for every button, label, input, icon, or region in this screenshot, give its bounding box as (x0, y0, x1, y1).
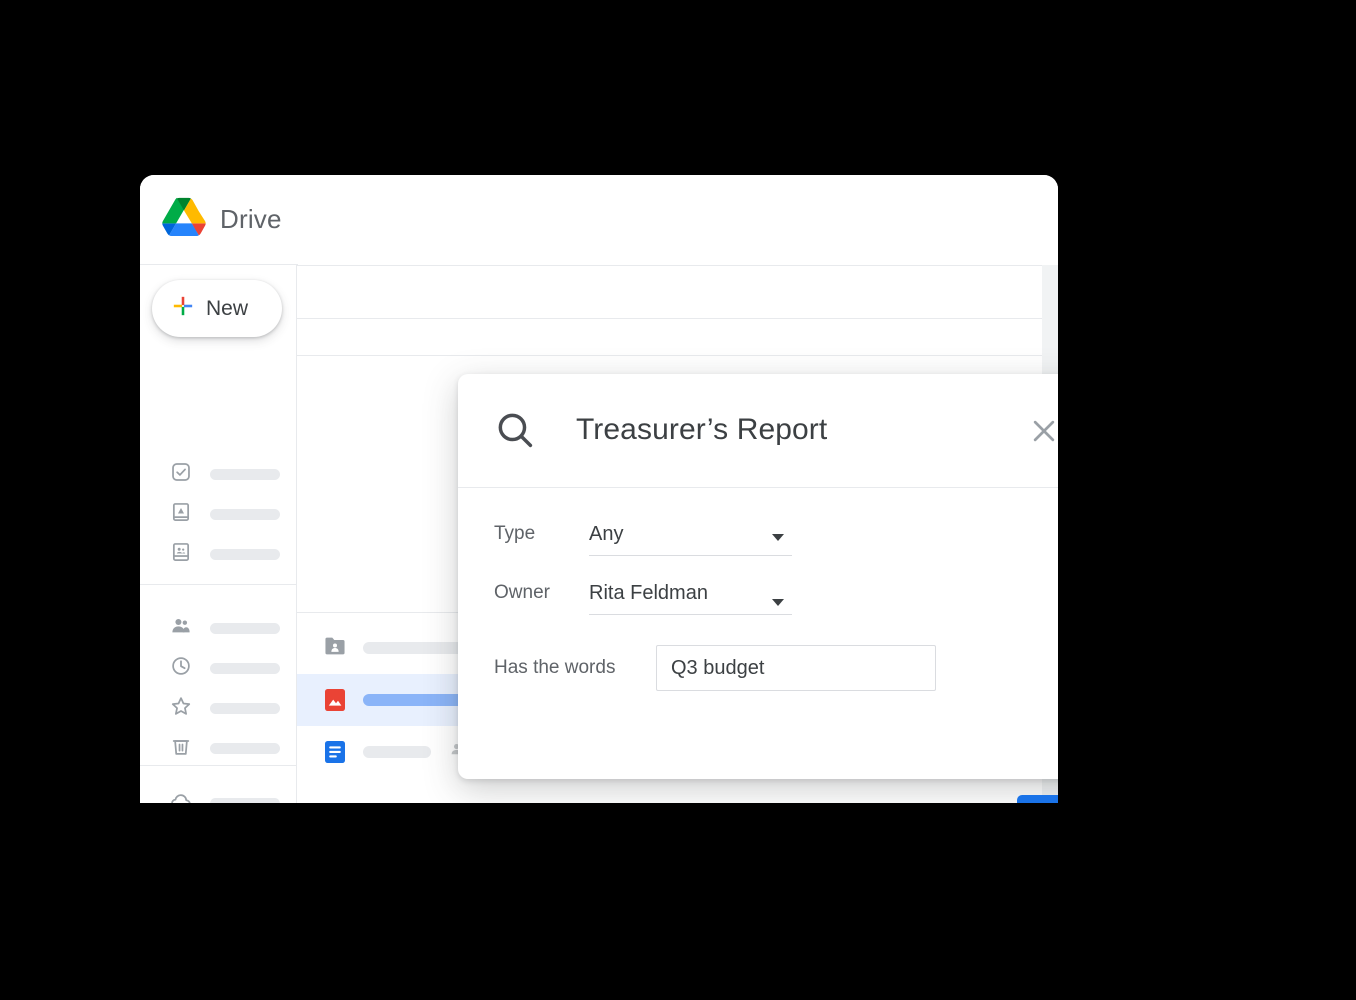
search-dialog-header (458, 374, 1058, 488)
new-button[interactable]: New (152, 280, 282, 337)
drive-app-window: Drive New Treasurer’s Report Type Any Ow… (140, 175, 1058, 803)
sidebar-item-label (210, 662, 280, 674)
sidebar-item-label (210, 742, 280, 754)
dialog-action-bar: Reset Search (908, 795, 1058, 803)
sidebar-item-label (210, 468, 280, 480)
sidebar-group-2 (140, 608, 297, 768)
brand-name-label: Drive (220, 204, 282, 234)
sidebar-item-label (210, 797, 280, 803)
sidebar-item-starred[interactable] (140, 688, 297, 728)
sidebar: New (140, 265, 297, 803)
google-drive-logo-icon (162, 197, 206, 242)
sidebar-item-trash[interactable] (140, 728, 297, 768)
sidebar-item-recent[interactable] (140, 648, 297, 688)
drive-brand[interactable]: Drive (162, 197, 282, 242)
sidebar-group-3 (140, 783, 297, 803)
sidebar-item-label (210, 508, 280, 520)
content-divider-3 (297, 355, 1042, 356)
close-icon[interactable] (1025, 412, 1058, 450)
starred-star-icon (170, 695, 192, 722)
has-words-input[interactable] (656, 645, 936, 691)
search-icon (493, 408, 537, 452)
app-topbar: Drive (140, 175, 1058, 265)
owner-select[interactable]: Rita Feldman (589, 582, 792, 615)
sidebar-item-label (210, 622, 280, 634)
trash-icon (170, 735, 192, 762)
screenshot-stage: Drive New Treasurer’s Report Type Any Ow… (0, 0, 1356, 1000)
image-file-icon (324, 688, 346, 712)
search-button[interactable]: Search (1016, 795, 1058, 803)
sidebar-item-storage[interactable] (140, 783, 297, 803)
advanced-search-dialog: Type Any Owner Rita Feldman Ha (458, 374, 1058, 803)
sidebar-group-1 (140, 454, 297, 574)
my-drive-icon (170, 501, 192, 528)
shared-drives-icon (170, 541, 192, 568)
file-name-bar (363, 746, 431, 758)
owner-select-value: Rita Feldman (589, 582, 708, 604)
cloud-storage-icon (170, 790, 192, 803)
new-button-label: New (206, 296, 249, 320)
shared-with-me-icon (170, 615, 192, 642)
sidebar-divider-2 (140, 765, 297, 766)
sidebar-item-label (210, 702, 280, 714)
shared-folder-icon (324, 636, 346, 660)
field-has-words: Has the words (494, 645, 936, 691)
plus-icon (172, 295, 194, 322)
sidebar-item-my-drive[interactable] (140, 494, 297, 534)
has-words-label: Has the words (494, 657, 616, 678)
sidebar-item-label (210, 548, 280, 560)
content-divider-1 (297, 265, 1042, 266)
chevron-down-icon (772, 599, 784, 606)
field-owner: Owner Rita Feldman (494, 582, 792, 615)
chevron-down-icon (772, 534, 784, 541)
sidebar-item-shared-with-me[interactable] (140, 608, 297, 648)
sidebar-item-shared-drives[interactable] (140, 534, 297, 574)
content-divider-2 (297, 318, 1042, 319)
owner-label: Owner (494, 582, 550, 603)
type-select[interactable]: Any (589, 523, 792, 556)
search-input[interactable] (574, 406, 1028, 454)
priority-check-icon (170, 461, 192, 488)
type-select-value: Any (589, 523, 624, 545)
sidebar-item-priority[interactable] (140, 454, 297, 494)
recent-clock-icon (170, 655, 192, 682)
type-label: Type (494, 523, 536, 544)
google-docs-icon (324, 740, 346, 764)
reset-button[interactable]: Reset (908, 798, 992, 803)
field-type: Type Any (494, 523, 792, 556)
sidebar-divider-1 (140, 584, 297, 585)
